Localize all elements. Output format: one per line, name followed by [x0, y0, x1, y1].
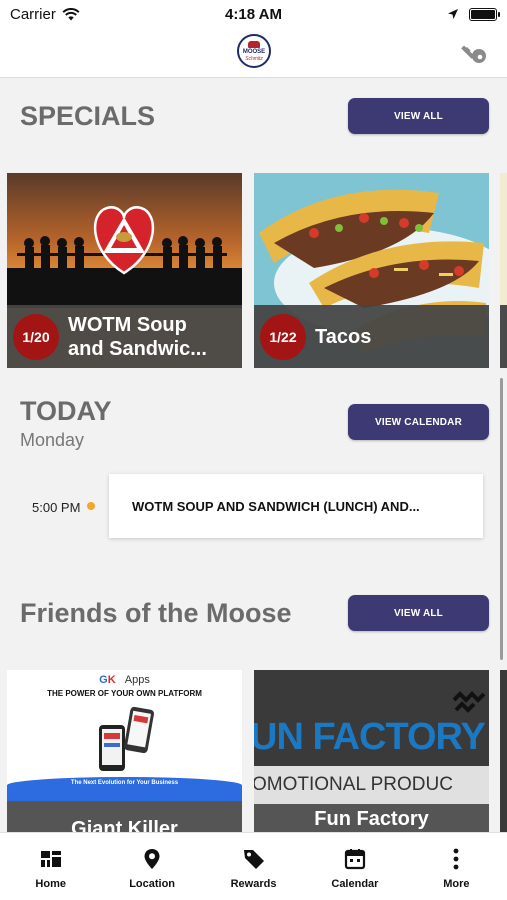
- specials-title: SPECIALS: [20, 101, 156, 131]
- tab-label: Location: [129, 878, 176, 890]
- wifi-icon: [62, 7, 80, 20]
- event-time: 5:00 PM: [32, 500, 81, 515]
- tab-label: Rewards: [230, 878, 277, 890]
- specials-view-all-button[interactable]: VIEW ALL: [348, 98, 489, 134]
- special-card-peek[interactable]: [500, 173, 507, 368]
- tab-calendar[interactable]: Calendar: [304, 833, 405, 900]
- tab-rewards[interactable]: Rewards: [203, 833, 304, 900]
- special-card-caption: 1/20 WOTM Soup and Sandwic...: [7, 305, 242, 368]
- friend-card-caption: Fun Factory: [254, 804, 489, 832]
- gk-headline: THE POWER OF YOUR OWN PLATFORM: [47, 689, 202, 698]
- friend-card-caption: Giant Killer: [7, 801, 242, 832]
- event-status-dot: [87, 502, 95, 510]
- gk-banner: The Next Evolution for Your Business: [7, 777, 242, 801]
- special-card-title: WOTM Soup and Sandwic...: [68, 313, 207, 360]
- friend-card-title: Giant Killer: [71, 818, 178, 832]
- status-bar: Carrier 4:18 AM: [0, 0, 507, 28]
- more-vertical-icon: [453, 848, 459, 870]
- friend-card[interactable]: GK Apps THE POWER OF YOUR OWN PLATFORM T…: [7, 670, 242, 832]
- friends-title: Friends of the Moose: [20, 598, 292, 628]
- grid-icon: [40, 851, 61, 867]
- moose-icon: [248, 40, 260, 48]
- special-card-caption: 1/22 Tacos: [254, 305, 489, 368]
- friend-card-title: Fun Factory: [314, 808, 429, 830]
- view-calendar-button[interactable]: VIEW CALENDAR: [348, 404, 489, 440]
- tab-bar: Home Location Rewards Calendar More: [0, 832, 507, 900]
- fun-factory-wordmark: UN FACTORY: [254, 716, 486, 758]
- scrollbar[interactable]: [500, 378, 503, 660]
- tab-location[interactable]: Location: [101, 833, 202, 900]
- tab-home[interactable]: Home: [0, 833, 101, 900]
- special-card[interactable]: 1/20 WOTM Soup and Sandwic...: [7, 173, 242, 368]
- today-title: TODAY: [20, 396, 112, 426]
- fun-factory-tagline: OMOTIONAL PRODUC: [254, 774, 453, 795]
- event-row[interactable]: 5:00 PM WOTM SOUP AND SANDWICH (LUNCH) A…: [0, 474, 507, 540]
- special-card-title: Tacos: [315, 325, 372, 348]
- battery-icon: [469, 7, 500, 21]
- special-card[interactable]: 1/22 Tacos: [254, 173, 489, 368]
- tab-more[interactable]: More: [406, 833, 507, 900]
- app-header: MOOSE Schmitz: [0, 28, 507, 78]
- today-weekday: Monday: [20, 430, 85, 450]
- location-arrow-icon: [448, 9, 458, 19]
- tab-label: Home: [35, 878, 66, 890]
- key-icon[interactable]: [461, 38, 491, 68]
- date-badge: 1/22: [260, 313, 306, 360]
- carrier-label: Carrier: [10, 5, 56, 23]
- tab-label: Calendar: [331, 878, 379, 890]
- map-pin-icon: [144, 849, 160, 869]
- event-card[interactable]: WOTM SOUP AND SANDWICH (LUNCH) AND...: [109, 474, 483, 538]
- tag-icon: [243, 850, 264, 869]
- phones-image: [99, 706, 155, 771]
- friend-card-peek[interactable]: [500, 670, 507, 832]
- friend-card[interactable]: UN FACTORY OMOTIONAL PRODUC Fun Factory: [254, 670, 489, 832]
- date-badge: 1/20: [13, 313, 59, 360]
- calendar-icon: [344, 849, 366, 870]
- app-screen: Carrier 4:18 AM MOOSE Schmitz SPECIALS V…: [0, 0, 507, 900]
- gk-brand: GK Apps: [99, 674, 150, 686]
- friends-view-all-button[interactable]: VIEW ALL: [348, 595, 489, 631]
- tab-label: More: [443, 878, 470, 890]
- moose-logo[interactable]: MOOSE Schmitz: [237, 34, 271, 68]
